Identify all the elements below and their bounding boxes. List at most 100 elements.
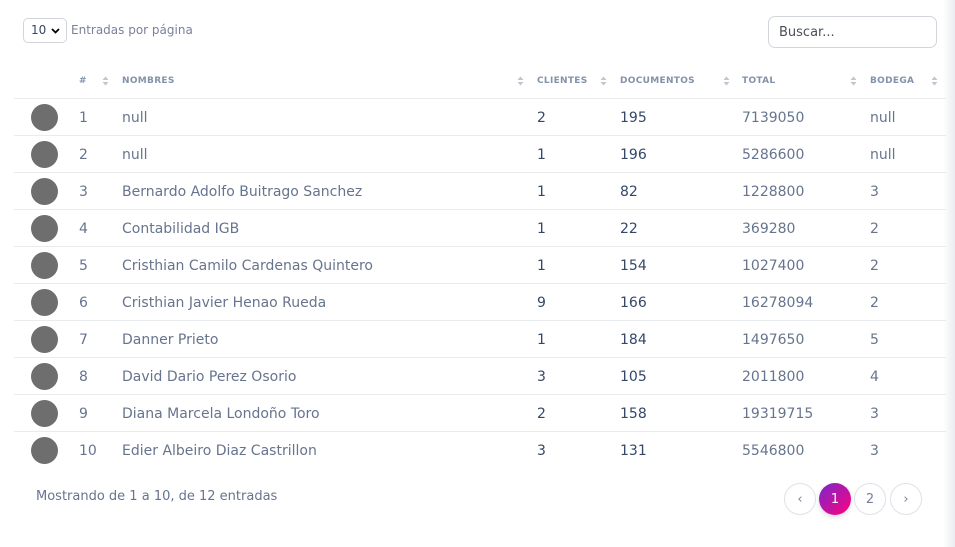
sort-icon[interactable] [600,76,607,86]
cell-nombre: null [122,146,148,163]
cell-documentos: 131 [620,442,647,459]
sort-icon[interactable] [850,76,857,86]
cell-total: 1027400 [742,257,805,274]
cell-num: 10 [79,442,97,459]
cell-total: 7139050 [742,109,805,126]
cell-nombre: Danner Prieto [122,331,219,348]
avatar [31,363,58,390]
cell-bodega: 5 [870,331,879,348]
cell-clientes: 1 [537,331,546,348]
header-nombres[interactable]: NOMBRES [122,62,175,99]
table-row[interactable]: 2 null 1 196 5286600 null [14,136,946,173]
next-page-button[interactable]: › [890,483,922,515]
avatar [31,215,58,242]
cell-documentos: 82 [620,183,638,200]
cell-documentos: 154 [620,257,647,274]
cell-bodega: null [870,109,896,126]
cell-num: 5 [79,257,88,274]
avatar [31,289,58,316]
cell-nombre: David Dario Perez Osorio [122,368,297,385]
search-input[interactable]: Buscar... [768,16,937,48]
cell-total: 369280 [742,220,796,237]
cell-clientes: 1 [537,146,546,163]
cell-num: 7 [79,331,88,348]
cell-total: 5286600 [742,146,805,163]
cell-bodega: 4 [870,368,879,385]
cell-nombre: Cristhian Camilo Cardenas Quintero [122,257,373,274]
table-row[interactable]: 9 Diana Marcela Londoño Toro 2 158 19319715 3 [14,395,946,432]
data-table: # NOMBRES CLIENTES DOCUMENTOS TOTAL BODE… [14,62,946,469]
cell-nombre: Cristhian Javier Henao Rueda [122,294,327,311]
cell-documentos: 105 [620,368,647,385]
search-placeholder: Buscar... [779,24,835,40]
cell-bodega: 2 [870,294,879,311]
header-total[interactable]: TOTAL [742,62,775,99]
sort-icon[interactable] [517,76,524,86]
avatar [31,437,58,464]
cell-num: 2 [79,146,88,163]
cell-clientes: 3 [537,368,546,385]
cell-clientes: 1 [537,257,546,274]
table-row[interactable]: 5 Cristhian Camilo Cardenas Quintero 1 154 1… [14,247,946,284]
avatar [31,141,58,168]
cell-clientes: 2 [537,109,546,126]
table-row[interactable]: 1 null 2 195 7139050 null [14,99,946,136]
prev-page-button[interactable]: ‹ [784,483,816,515]
header-bodega[interactable]: BODEGA [870,62,914,99]
page-button-1[interactable]: 1 [819,483,851,515]
cell-nombre: Diana Marcela Londoño Toro [122,405,320,422]
cell-total: 16278094 [742,294,814,311]
cell-bodega: 3 [870,442,879,459]
table-body: 1 null 2 195 7139050 null 2 null 1 196 5286600 null… [14,99,946,469]
per-page-select[interactable]: 10 [23,17,67,43]
sort-icon[interactable] [931,76,938,86]
header-clientes[interactable]: CLIENTES [537,62,588,99]
page-button-2[interactable]: 2 [854,483,886,515]
cell-nombre: Edier Albeiro Diaz Castrillon [122,442,317,459]
avatar [31,178,58,205]
cell-num: 8 [79,368,88,385]
chevron-down-icon [51,27,60,34]
cell-num: 9 [79,405,88,422]
avatar [31,326,58,353]
cell-documentos: 166 [620,294,647,311]
cell-total: 2011800 [742,368,805,385]
cell-nombre: Contabilidad IGB [122,220,240,237]
cell-documentos: 184 [620,331,647,348]
avatar [31,400,58,427]
table-row[interactable]: 3 Bernardo Adolfo Buitrago Sanchez 1 82 1228… [14,173,946,210]
avatar [31,252,58,279]
table-row[interactable]: 8 David Dario Perez Osorio 3 105 2011800 4 [14,358,946,395]
cell-total: 19319715 [742,405,814,422]
scroll-shadow [943,0,955,547]
table-toolbar: 10 Entradas por página Buscar... [0,0,955,62]
cell-num: 1 [79,109,88,126]
per-page-label: Entradas por página [71,23,193,37]
header-num[interactable]: # [79,62,87,99]
cell-bodega: 2 [870,257,879,274]
cell-documentos: 196 [620,146,647,163]
pagination-info: Mostrando de 1 a 10, de 12 entradas [36,489,278,504]
header-documentos[interactable]: DOCUMENTOS [620,62,695,99]
per-page-control: 10 Entradas por página [23,17,193,43]
table-row[interactable]: 4 Contabilidad IGB 1 22 369280 2 [14,210,946,247]
cell-clientes: 2 [537,405,546,422]
cell-total: 1497650 [742,331,805,348]
cell-nombre: null [122,109,148,126]
cell-clientes: 1 [537,183,546,200]
cell-documentos: 158 [620,405,647,422]
cell-total: 1228800 [742,183,805,200]
cell-bodega: 3 [870,405,879,422]
cell-documentos: 22 [620,220,638,237]
cell-num: 3 [79,183,88,200]
table-header: # NOMBRES CLIENTES DOCUMENTOS TOTAL BODE… [14,62,946,99]
sort-icon[interactable] [102,76,109,86]
table-row[interactable]: 10 Edier Albeiro Diaz Castrillon 3 131 55468… [14,432,946,469]
cell-total: 5546800 [742,442,805,459]
cell-num: 6 [79,294,88,311]
table-row[interactable]: 7 Danner Prieto 1 184 1497650 5 [14,321,946,358]
cell-bodega: 3 [870,183,879,200]
sort-icon[interactable] [723,76,730,86]
cell-bodega: 2 [870,220,879,237]
table-row[interactable]: 6 Cristhian Javier Henao Rueda 9 166 1627809… [14,284,946,321]
